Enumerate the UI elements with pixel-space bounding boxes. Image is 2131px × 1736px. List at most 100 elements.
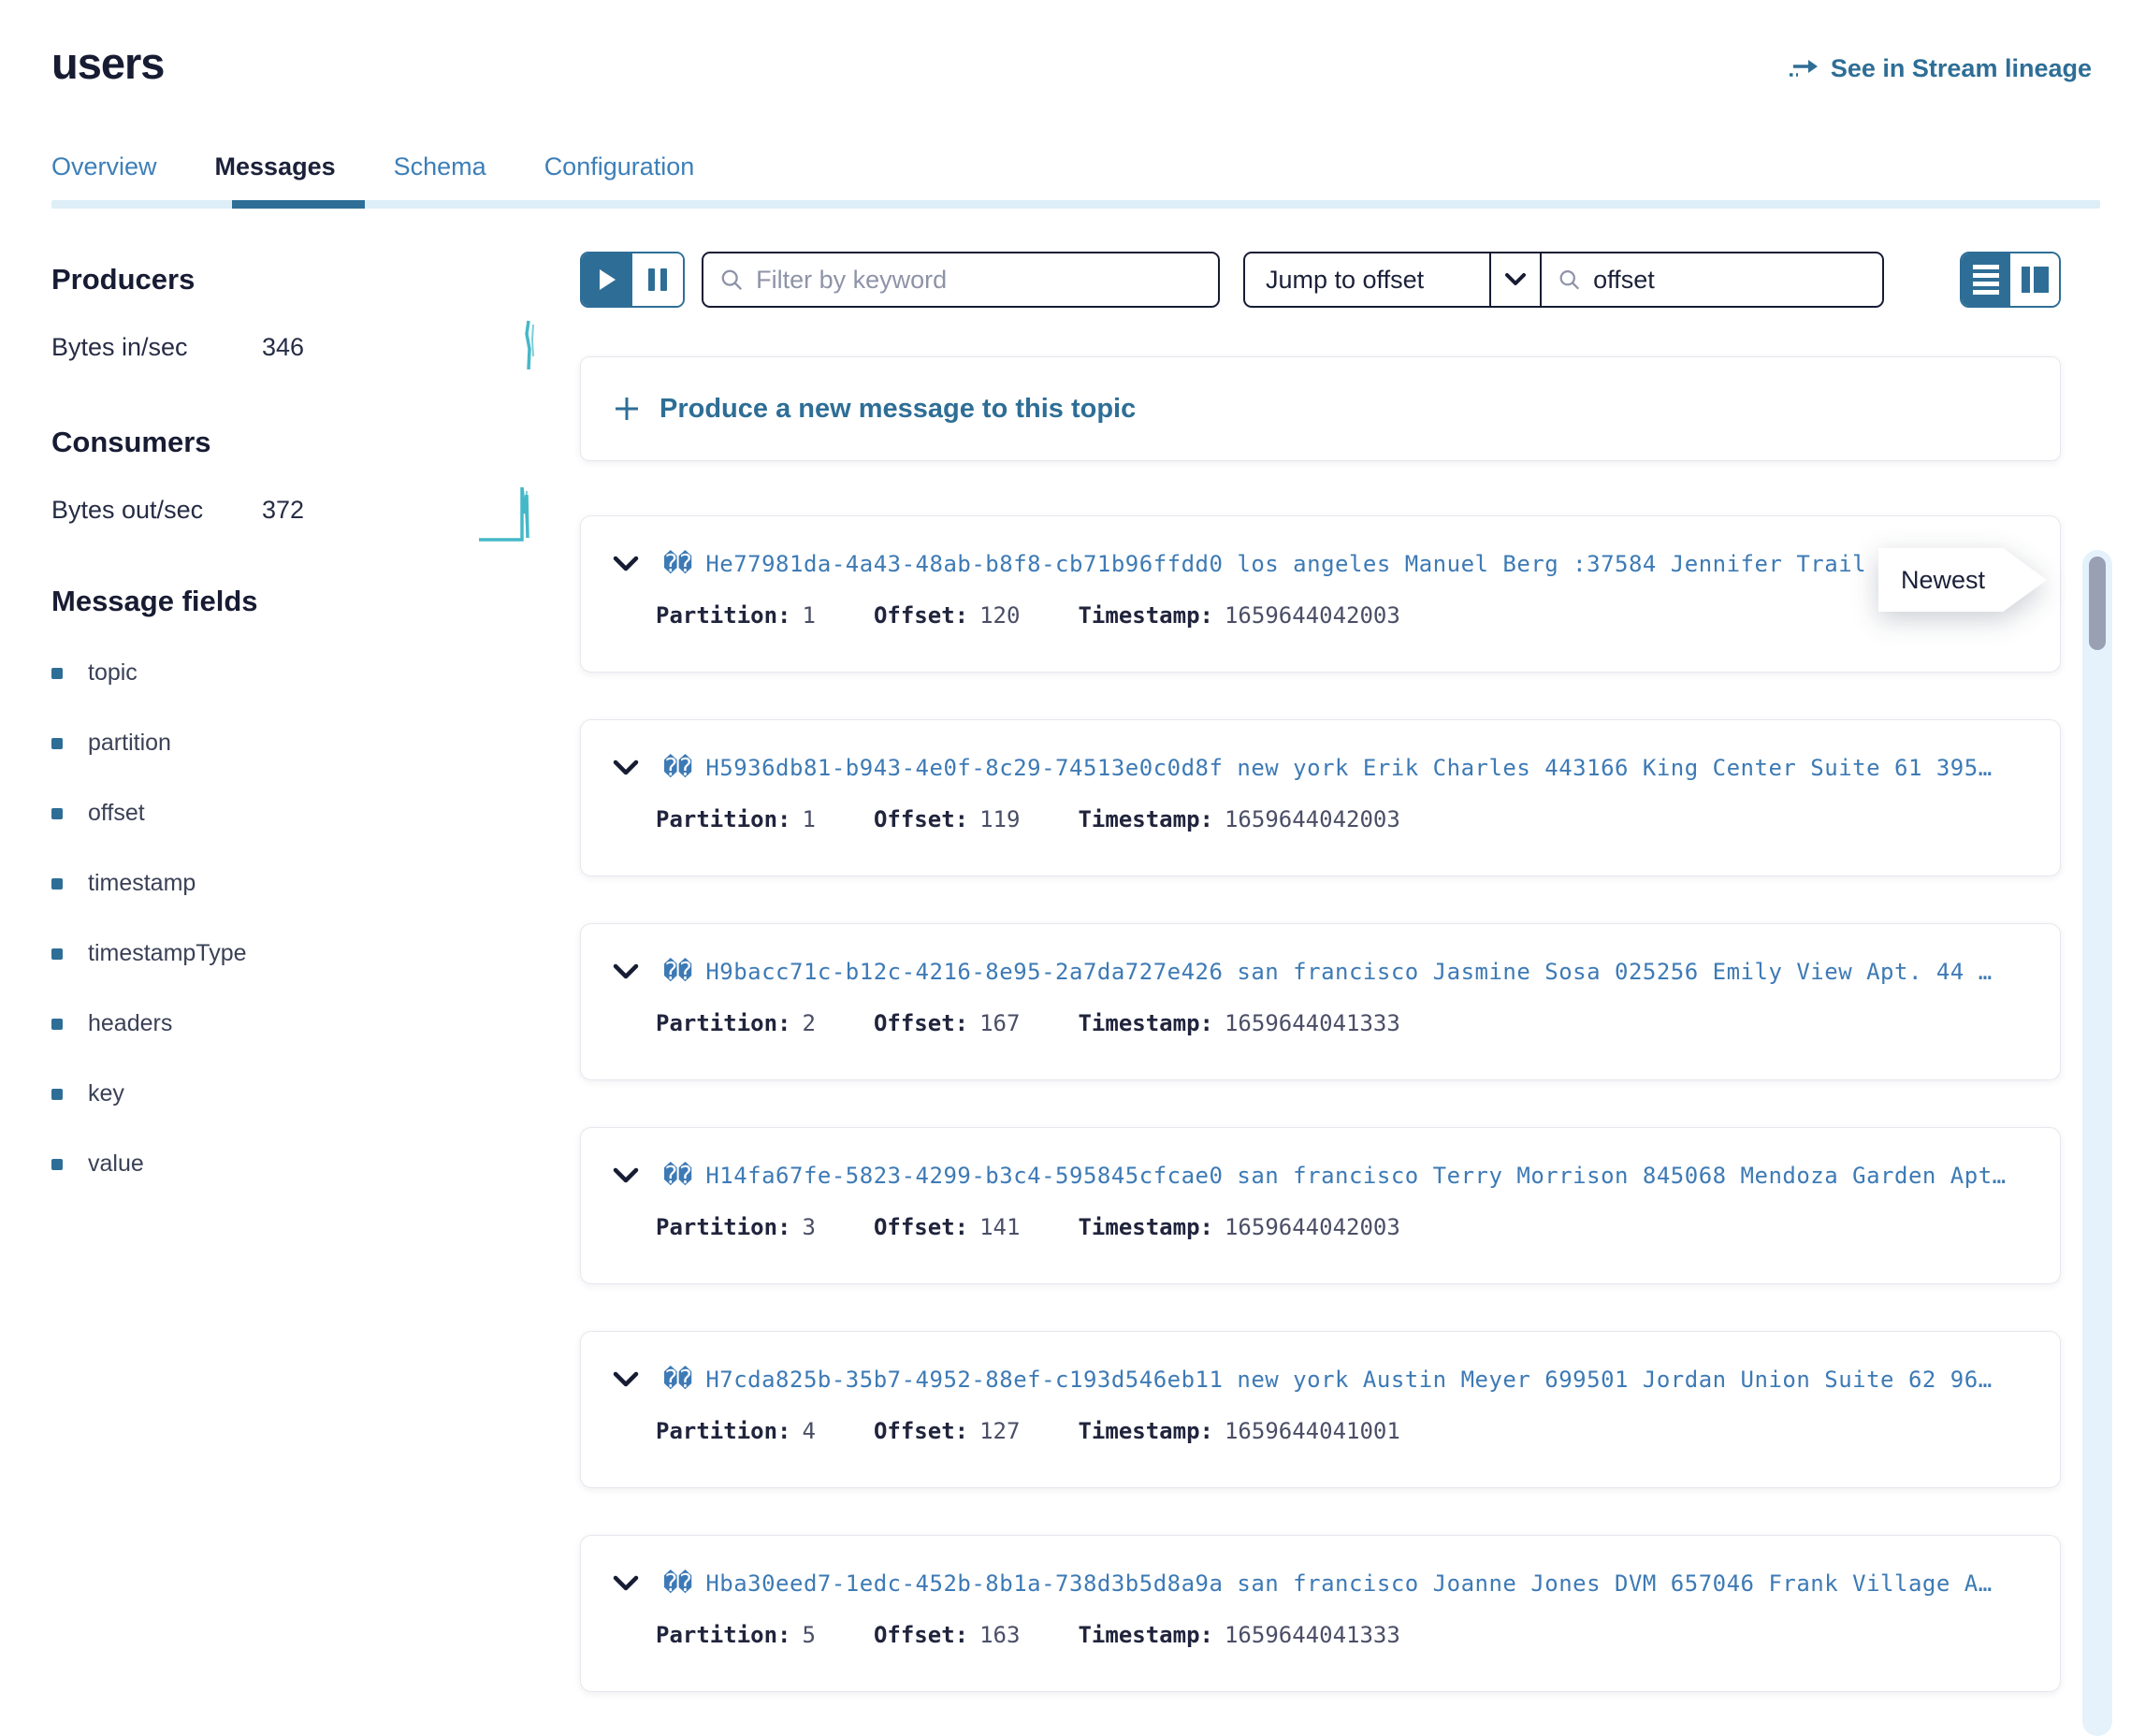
- partition-value: 5: [803, 1622, 816, 1648]
- field-bullet-icon: [51, 1089, 63, 1100]
- jump-to-offset-value: Jump to offset: [1245, 266, 1489, 295]
- messages-scrollbar-thumb[interactable]: [2089, 557, 2106, 650]
- timestamp-value: 1659644041001: [1225, 1418, 1400, 1444]
- field-item-partition[interactable]: partition: [51, 730, 580, 757]
- expand-chevron-icon[interactable]: [613, 760, 639, 776]
- message-fields-heading: Message fields: [51, 585, 580, 618]
- partition-value: 4: [803, 1418, 816, 1444]
- field-item-offset[interactable]: offset: [51, 800, 580, 827]
- message-row[interactable]: �� H5936db81-b943-4e0f-8c29-74513e0c0d8f…: [580, 719, 2061, 876]
- offset-value: 127: [979, 1418, 1020, 1444]
- timestamp-label: Timestamp:: [1078, 602, 1213, 629]
- tab-schema[interactable]: Schema: [394, 152, 486, 200]
- list-view-button[interactable]: [1962, 253, 2010, 306]
- bytes-out-sparkline: [477, 472, 544, 547]
- messages-toolbar: Jump to offset: [580, 252, 2061, 308]
- stream-lineage-link[interactable]: See in Stream lineage: [1788, 54, 2092, 83]
- keyword-filter-field: [702, 252, 1220, 308]
- expand-chevron-icon[interactable]: [613, 1371, 639, 1388]
- bytes-out-value: 372: [262, 496, 304, 525]
- key-bytes-icon: ��: [663, 550, 692, 578]
- topic-page: users See in Stream lineage Overview Mes…: [0, 0, 2131, 1736]
- stream-lineage-label: See in Stream lineage: [1831, 54, 2092, 83]
- stream-lineage-icon: [1788, 57, 1819, 81]
- key-bytes-icon: ��: [663, 958, 692, 986]
- list-view-icon: [1973, 265, 1999, 269]
- partition-label: Partition:: [656, 1418, 791, 1444]
- expand-chevron-icon[interactable]: [613, 1575, 639, 1592]
- message-key-value: Hba30eed7-1edc-452b-8b1a-738d3b5d8a9a sa…: [705, 1570, 1992, 1597]
- pause-button[interactable]: [632, 253, 683, 306]
- timestamp-value: 1659644042003: [1225, 1214, 1400, 1240]
- offset-label: Offset:: [874, 1418, 968, 1444]
- search-icon: [1558, 268, 1580, 292]
- expand-chevron-icon[interactable]: [613, 556, 639, 572]
- keyword-filter-input[interactable]: [756, 266, 1201, 295]
- partition-label: Partition:: [656, 1010, 791, 1036]
- play-button[interactable]: [582, 253, 632, 306]
- field-item-timestampType[interactable]: timestampType: [51, 940, 580, 967]
- offset-search-input[interactable]: [1593, 266, 1865, 295]
- offset-search-field: [1540, 252, 1884, 308]
- search-icon: [720, 268, 743, 292]
- partition-label: Partition:: [656, 1214, 791, 1240]
- pause-icon: [648, 268, 655, 291]
- field-item-topic[interactable]: topic: [51, 659, 580, 687]
- offset-value: 163: [979, 1622, 1020, 1648]
- column-view-button[interactable]: [2010, 253, 2059, 306]
- message-list: �� He77981da-4a43-48ab-b8f8-cb71b96ffdd0…: [580, 515, 2061, 1692]
- offset-label: Offset:: [874, 806, 968, 832]
- chevron-down-icon: [1489, 253, 1540, 306]
- tab-configuration[interactable]: Configuration: [544, 152, 695, 200]
- page-header: users See in Stream lineage: [51, 37, 2131, 89]
- producers-heading: Producers: [51, 263, 580, 297]
- bytes-in-value: 346: [262, 333, 304, 362]
- field-item-timestamp[interactable]: timestamp: [51, 870, 580, 897]
- offset-value: 119: [979, 806, 1020, 832]
- message-key-value: H5936db81-b943-4e0f-8c29-74513e0c0d8f ne…: [705, 755, 1992, 781]
- messages-scrollbar-track[interactable]: [2082, 550, 2112, 1736]
- offset-value: 141: [979, 1214, 1020, 1240]
- timestamp-label: Timestamp:: [1078, 1418, 1213, 1444]
- page-title: users: [51, 37, 164, 89]
- field-bullet-icon: [51, 1159, 63, 1170]
- tab-overview[interactable]: Overview: [51, 152, 157, 200]
- message-row[interactable]: �� H14fa67fe-5823-4299-b3c4-595845cfcae0…: [580, 1127, 2061, 1284]
- bytes-out-stat: Bytes out/sec 372: [51, 491, 580, 528]
- bytes-in-label: Bytes in/sec: [51, 333, 262, 362]
- consumers-heading: Consumers: [51, 426, 580, 459]
- field-item-value[interactable]: value: [51, 1150, 580, 1178]
- produce-message-button[interactable]: Produce a new message to this topic: [580, 356, 2061, 461]
- scroll-tooltip-label: Newest: [1901, 566, 1985, 595]
- produce-message-label: Produce a new message to this topic: [660, 394, 1136, 425]
- field-bullet-icon: [51, 738, 63, 749]
- tab-bar: Overview Messages Schema Configuration: [51, 152, 2131, 200]
- offset-label: Offset:: [874, 1214, 968, 1240]
- message-row[interactable]: �� H7cda825b-35b7-4952-88ef-c193d546eb11…: [580, 1331, 2061, 1488]
- key-bytes-icon: ��: [663, 1366, 692, 1394]
- field-item-key[interactable]: key: [51, 1080, 580, 1107]
- offset-label: Offset:: [874, 1010, 968, 1036]
- expand-chevron-icon[interactable]: [613, 963, 639, 980]
- field-item-headers[interactable]: headers: [51, 1010, 580, 1037]
- plus-icon: [613, 395, 641, 423]
- metrics-sidebar: Producers Bytes in/sec 346 Consumers Byt…: [51, 252, 580, 1736]
- expand-chevron-icon[interactable]: [613, 1167, 639, 1184]
- tab-messages[interactable]: Messages: [215, 152, 336, 200]
- message-row[interactable]: �� He77981da-4a43-48ab-b8f8-cb71b96ffdd0…: [580, 515, 2061, 673]
- field-bullet-icon: [51, 1019, 63, 1030]
- timestamp-label: Timestamp:: [1078, 1622, 1213, 1648]
- bytes-out-label: Bytes out/sec: [51, 496, 262, 525]
- message-row[interactable]: �� H9bacc71c-b12c-4216-8e95-2a7da727e426…: [580, 923, 2061, 1080]
- message-fields-list: topic partition offset timestamp timesta…: [51, 659, 580, 1178]
- key-bytes-icon: ��: [663, 1570, 692, 1598]
- jump-to-offset-select[interactable]: Jump to offset: [1243, 252, 1540, 308]
- field-bullet-icon: [51, 948, 63, 960]
- field-bullet-icon: [51, 878, 63, 890]
- message-key-value: H9bacc71c-b12c-4216-8e95-2a7da727e426 sa…: [705, 959, 1992, 985]
- message-row[interactable]: �� Hba30eed7-1edc-452b-8b1a-738d3b5d8a9a…: [580, 1535, 2061, 1692]
- play-icon: [600, 269, 616, 290]
- partition-label: Partition:: [656, 806, 791, 832]
- play-pause-group: [580, 252, 685, 308]
- partition-value: 1: [803, 602, 816, 629]
